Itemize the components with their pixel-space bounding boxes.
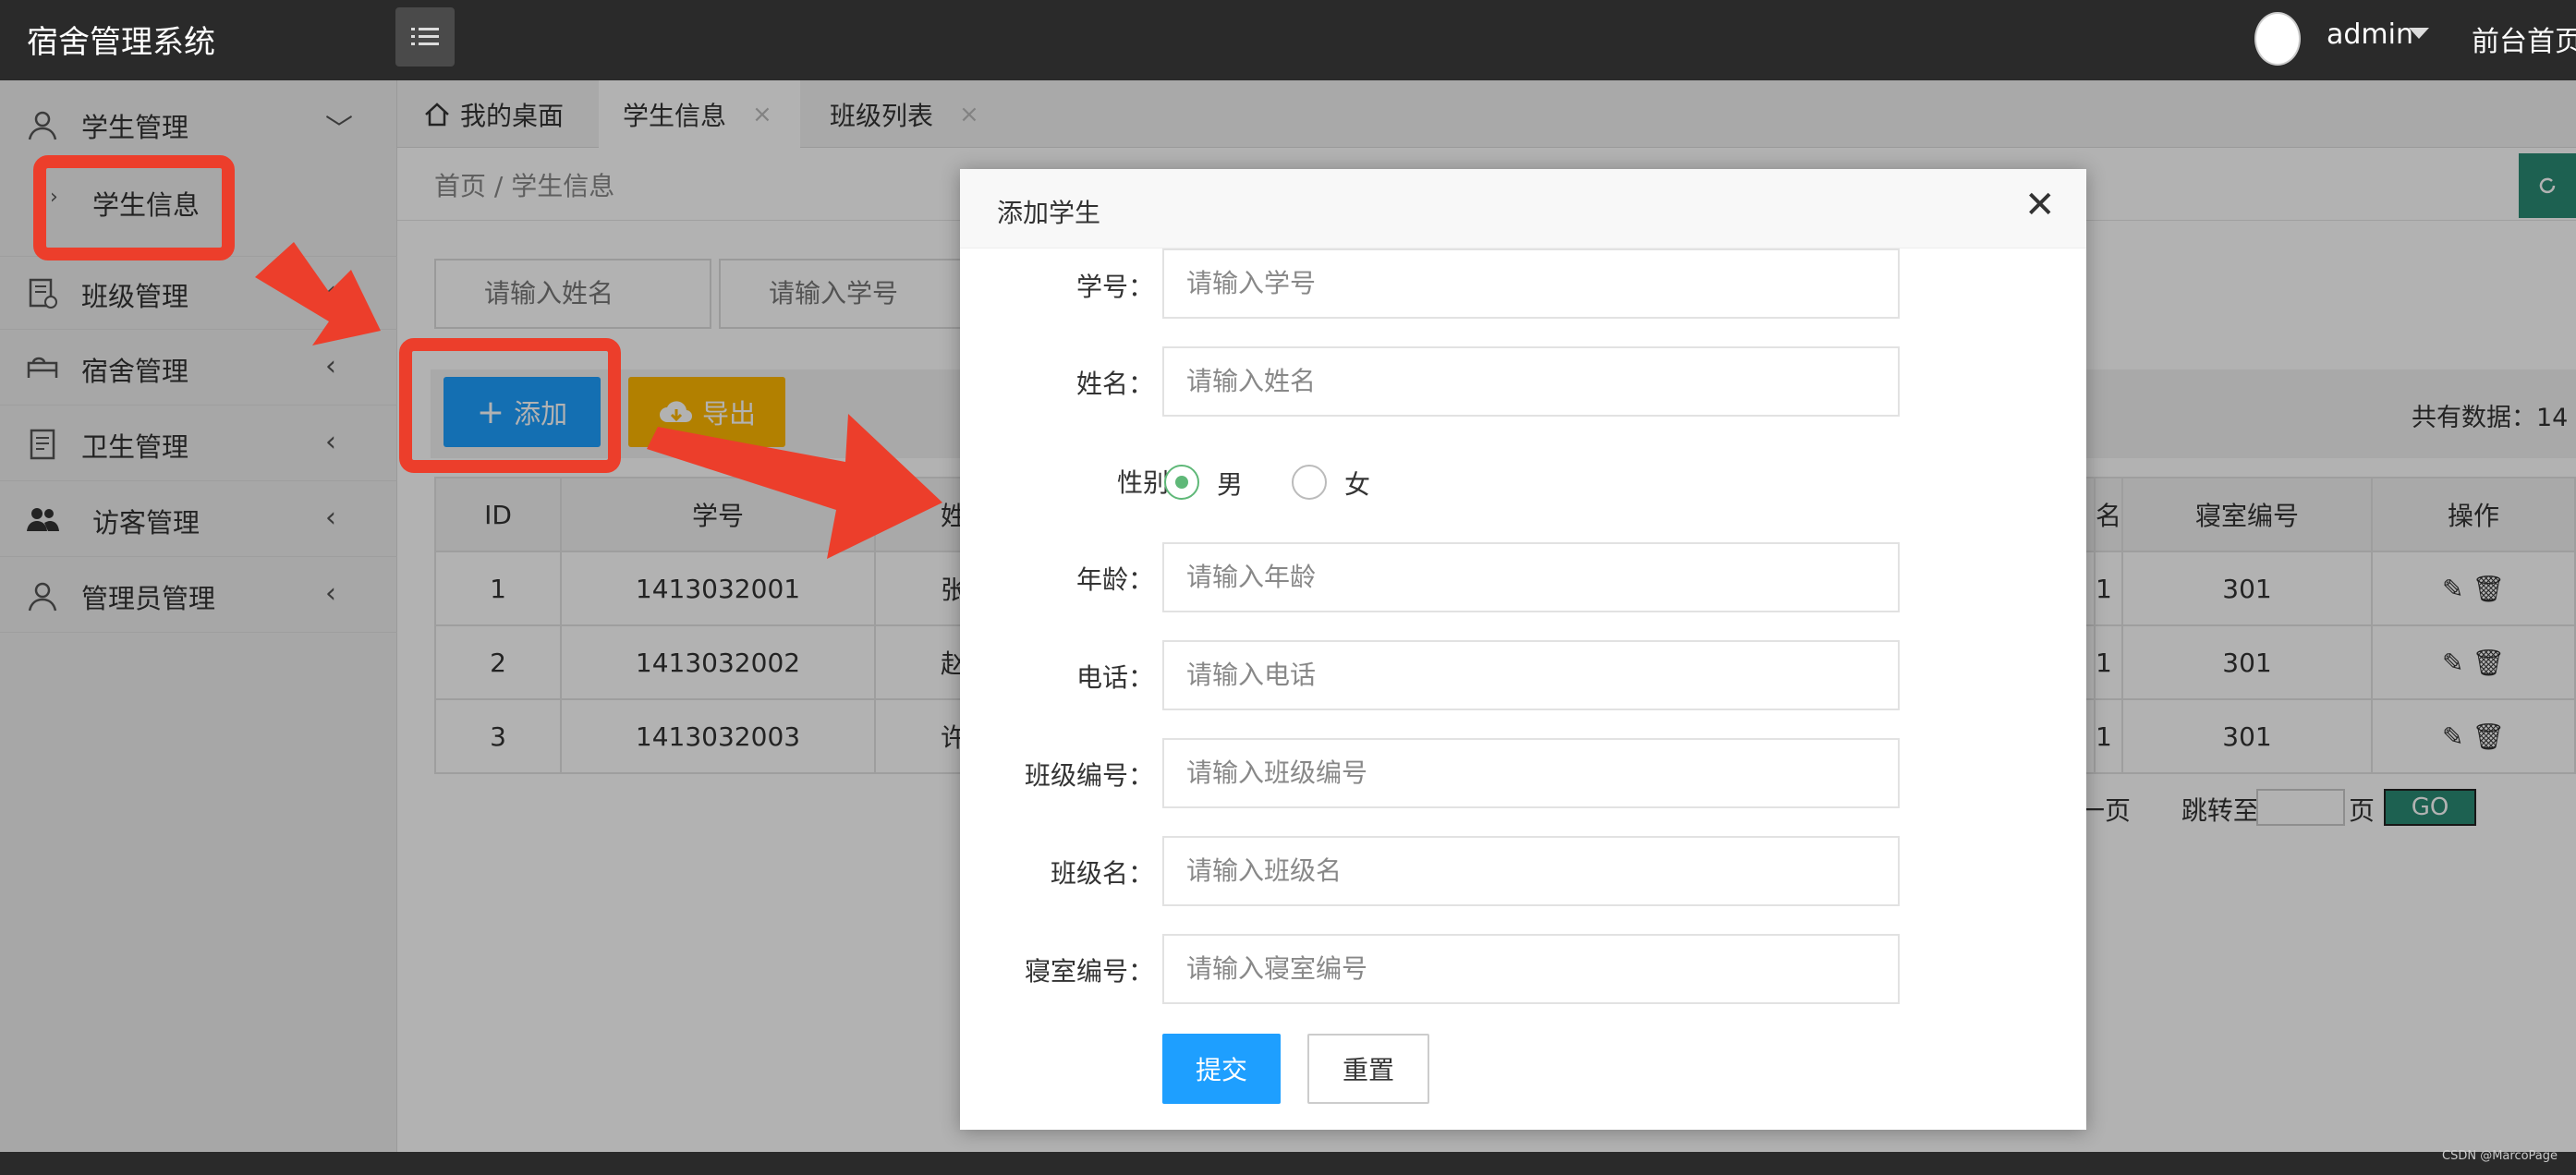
modal-header: 添加学生 ✕ [960,169,2086,248]
field-label-gender: 性别 [1116,467,1169,498]
age-input[interactable]: 请输入年龄 [1162,542,1900,612]
close-icon[interactable]: ✕ [2024,184,2056,226]
app-title: 宿舍管理系统 [27,24,215,61]
student-id-input[interactable]: 请输入学号 [1162,248,1900,319]
top-bar: 宿舍管理系统 admin 前台首页 [0,0,2576,80]
field-label-class-id: 班级编号： [1024,760,1154,791]
field-label-room-id: 寝室编号： [1024,956,1154,987]
bottom-bar [0,1152,2576,1175]
room-id-input[interactable]: 请输入寝室编号 [1162,934,1900,1004]
watermark: CSDN @MarcoPage [2442,1149,2558,1163]
class-id-input[interactable]: 请输入班级编号 [1162,738,1900,808]
submit-button[interactable]: 提交 [1162,1034,1281,1104]
front-page-link[interactable]: 前台首页 [2472,18,2576,59]
reset-button[interactable]: 重置 [1307,1034,1429,1104]
field-label-age: 年龄： [1075,564,1154,595]
gender-female-label: 女 [1344,469,1371,500]
list-icon [411,28,439,45]
caret-down-icon[interactable] [2409,28,2429,39]
name-input[interactable]: 请输入姓名 [1162,346,1900,417]
user-menu[interactable]: admin [2327,18,2413,51]
highlight-box-student-info [33,155,235,260]
phone-input[interactable]: 请输入电话 [1162,640,1900,710]
gender-male-radio[interactable] [1164,465,1199,500]
field-label-phone: 电话： [1075,662,1154,693]
gender-male-label: 男 [1217,469,1244,500]
gender-female-radio[interactable] [1292,465,1327,500]
add-student-modal: 添加学生 ✕ 学号： 请输入学号 姓名： 请输入姓名 性别 男 女 年龄： 请输… [960,169,2086,1130]
class-name-input[interactable]: 请输入班级名 [1162,836,1900,906]
avatar[interactable] [2254,12,2301,66]
highlight-box-add [399,338,621,473]
menu-toggle-button[interactable] [395,7,455,67]
modal-title: 添加学生 [997,198,1101,228]
field-label-name: 姓名： [1075,369,1154,399]
field-label-class-name: 班级名： [1050,858,1154,889]
field-label-student-id: 学号： [1075,272,1154,302]
